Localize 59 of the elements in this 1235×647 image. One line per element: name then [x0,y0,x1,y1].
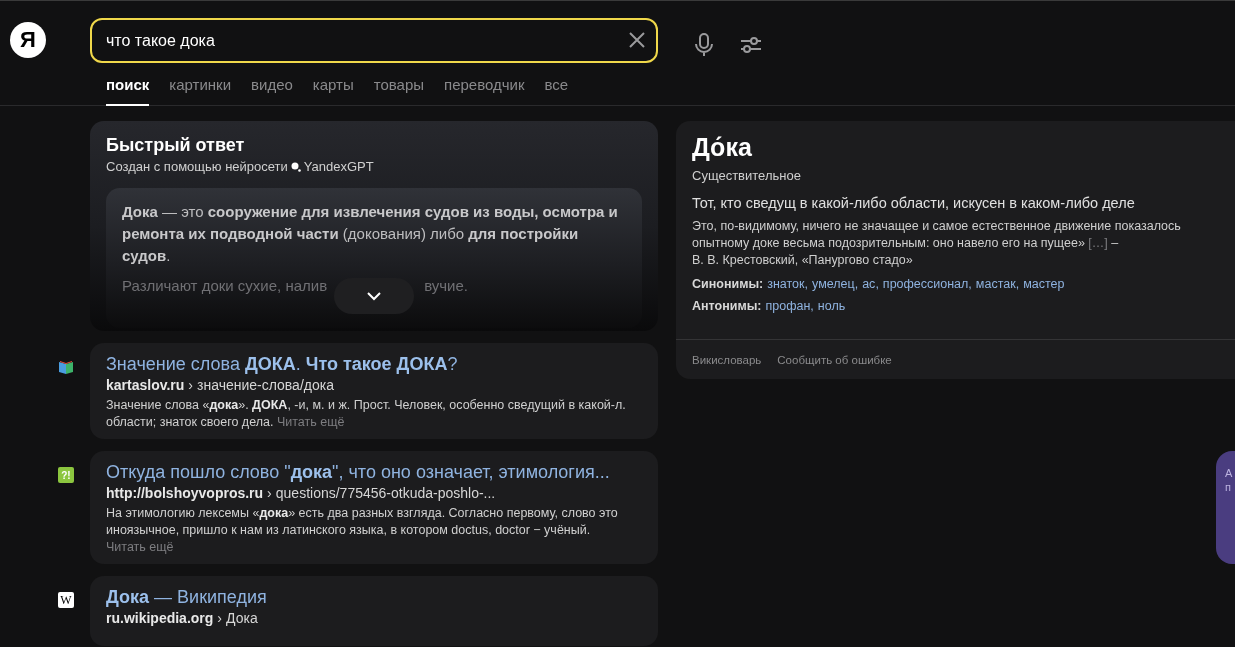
nav-tab[interactable]: товары [373,75,425,106]
quick-answer-subtitle: Создан с помощью нейросети [106,159,288,174]
footer-link[interactable]: Викисловарь [692,353,762,366]
part-of-speech: Существительное [692,168,802,183]
faded-text: вучие. [424,277,468,294]
question-icon: ?! [58,467,74,483]
synonym-link[interactable]: мастак [975,277,1016,291]
result-path[interactable]: questions/775456-otkuda-poshlo-... [275,485,496,501]
chevron-down-icon [367,291,381,301]
result-path[interactable]: Дока [226,610,258,626]
result-snippet: Значение слова «дока». ДОКА, -и, м. и ж. Прост. Человек, особенно сведущий в какой-л. области; знаток своего дела. Читать ещё [106,397,627,431]
usage-quote: Это, по-видимому, ничего не значащее и самое естественное движение показалось опытному доке весьма подозрительным: оно навело его на пущее» […] – В. В. Крестовский, «Панургово стадо» [692,218,1182,269]
list-separator: , [810,299,814,313]
synonym-link[interactable]: мастер [1023,277,1065,291]
book-icon [58,359,74,375]
result-title[interactable]: Дока — Википедия [106,586,642,609]
logo[interactable]: Я [10,22,46,58]
result-title[interactable]: Значение слова ДОКА. Что такое ДОКА? [106,353,642,376]
read-more-link[interactable]: Читать ещё [276,415,345,429]
result-domain[interactable]: ru.wikipedia.org [106,610,214,626]
nav-tab[interactable]: картинки [169,75,232,106]
quick-answer-title: Быстрый ответ [106,135,246,156]
antonym-link[interactable]: ноль [817,299,846,313]
widget-text: А [1225,467,1234,479]
nav-tab[interactable]: все [544,75,569,106]
result-title[interactable]: Откуда пошло слово "дока", что оно означает, этимология... [106,461,642,484]
breadcrumb-separator: › [217,610,223,626]
list-separator: , [854,277,859,291]
list-separator: , [804,277,809,291]
synonym-link[interactable]: знаток [767,277,805,291]
definition: Тот, кто сведущ в какой-либо области, искусен в каком-либо деле [692,195,1136,211]
list-separator: , [1015,277,1020,291]
breadcrumb-separator: › [267,485,272,501]
antonyms-label: Антонимы: [692,299,762,313]
ai-icon [290,161,301,172]
dictionary-word: До́ка [692,133,753,162]
search-field[interactable]: что такое дока [90,18,658,63]
faded-text: Различают доки сухие, налив [122,277,328,294]
clear-icon[interactable] [628,31,646,49]
wikipedia-icon: W [58,592,74,608]
synonym-link[interactable]: умелец [812,277,855,291]
read-more-link[interactable]: Читать ещё [106,540,174,554]
nav-tab[interactable]: карты [312,75,354,106]
synonyms-label: Синонимы: [692,277,764,291]
footer-link[interactable]: Сообщить об ошибке [777,353,892,366]
source-name: YandexGPT [303,159,374,174]
nav-tab[interactable]: поиск [106,75,150,106]
answer-text: Дока — это сооружение для извлечения судов из воды, осмотра и ремонта их подводной части (докования) либо для постройки судов. [122,202,619,266]
widget-text: п [1225,481,1232,493]
result-domain[interactable]: kartaslov.ru [106,377,185,393]
breadcrumb-separator: › [188,377,193,393]
side-widget[interactable]: А п [1216,451,1235,564]
result-domain[interactable]: http://bolshoyvopros.ru [106,485,264,501]
result-path[interactable]: значение-слова/дока [197,377,334,393]
nav-tab[interactable]: переводчик [444,75,525,106]
result-snippet: На этимологию лексемы «дока» есть два разных взгляда. Согласно первому, слово это иноязычное, пришло к нам из латинского языка, в котором doctus, doctor − учёный. Читать ещё [106,505,619,556]
nav-tab[interactable]: видео [251,75,293,106]
list-separator: , [875,277,879,291]
list-separator: , [968,277,972,291]
